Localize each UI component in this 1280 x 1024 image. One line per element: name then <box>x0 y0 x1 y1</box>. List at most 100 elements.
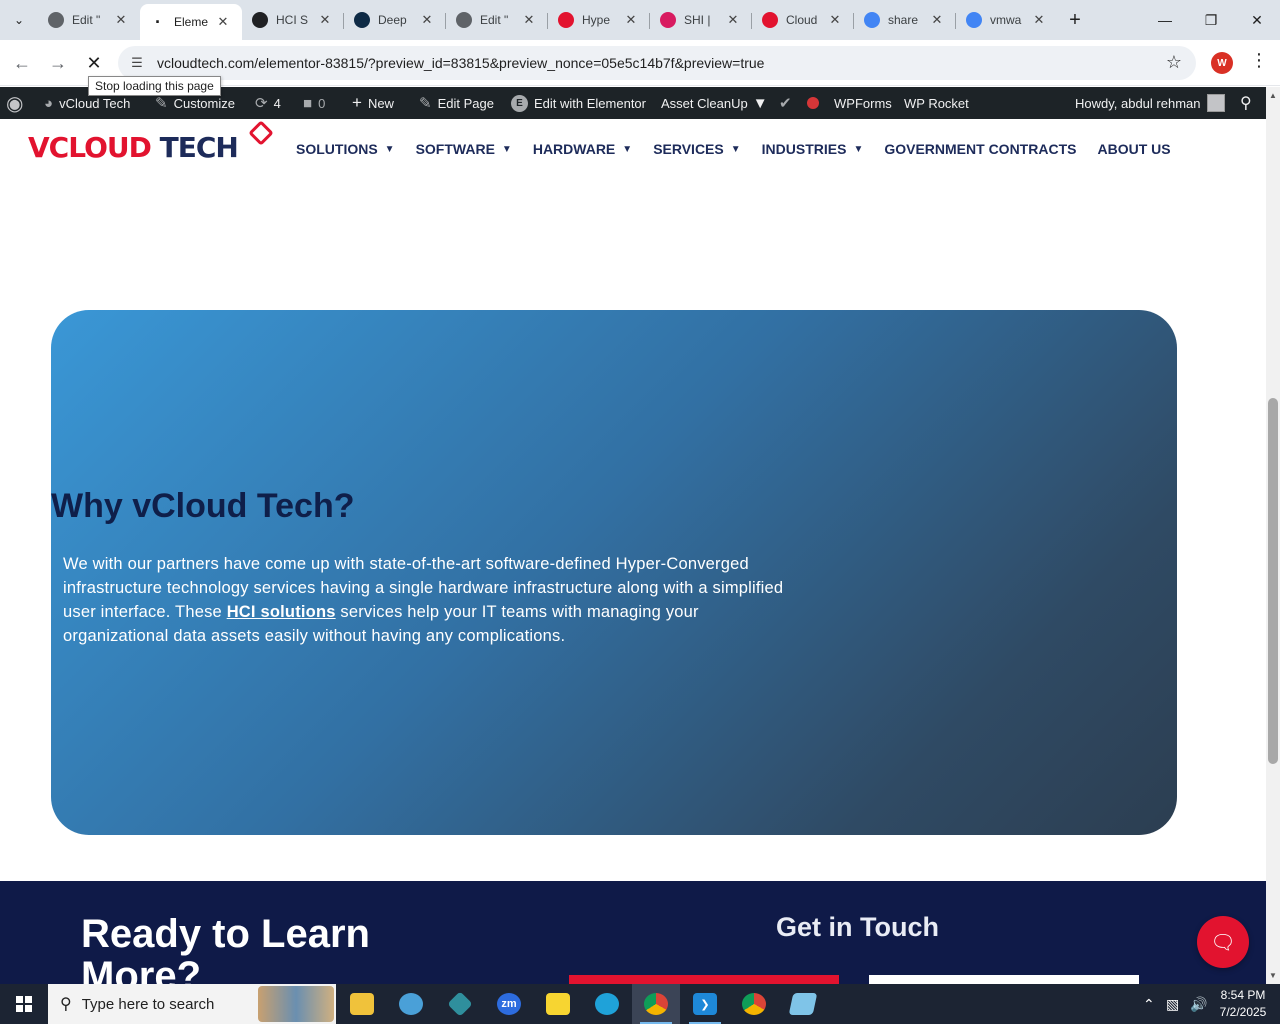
admin-search-button[interactable]: ⚲ <box>1240 87 1252 119</box>
wpforms-label: WPForms <box>834 95 892 111</box>
taskbar-vscode[interactable]: ❯ <box>681 984 729 1024</box>
taskbar-search[interactable]: ⚲ Type here to search <box>48 984 336 1024</box>
dashboard-icon: ◕ <box>44 94 54 112</box>
nav-label: ABOUT US <box>1097 141 1171 157</box>
edit-page-link[interactable]: ✎ Edit Page <box>419 87 494 119</box>
close-tab-icon[interactable]: ✕ <box>928 11 946 29</box>
back-button[interactable]: ← <box>8 49 36 77</box>
browser-menu-icon[interactable]: ⋮ <box>1250 50 1268 71</box>
elementor-icon: E <box>511 94 528 112</box>
new-content-link[interactable]: + New <box>352 87 394 119</box>
close-tab-icon[interactable]: ✕ <box>112 11 130 29</box>
tab-title: Cloud <box>786 13 818 27</box>
taskbar-zoom[interactable]: zm <box>485 984 533 1024</box>
recording-indicator[interactable] <box>807 87 819 119</box>
wordpress-logo-button[interactable]: ◉ <box>6 87 29 119</box>
taskbar-chrome[interactable] <box>730 984 778 1024</box>
forward-button[interactable]: → <box>44 49 72 77</box>
close-tab-icon[interactable]: ✕ <box>826 11 844 29</box>
wpforms-link[interactable]: WPForms <box>834 87 892 119</box>
bookmark-star-icon[interactable]: ☆ <box>1166 52 1182 73</box>
start-button[interactable] <box>0 984 48 1024</box>
nav-item-government-contracts[interactable]: GOVERNMENT CONTRACTS <box>884 141 1076 157</box>
taskbar-file-explorer[interactable] <box>338 984 386 1024</box>
close-tab-icon[interactable]: ✕ <box>214 13 232 31</box>
cta-white-button[interactable] <box>869 975 1139 984</box>
taskbar-paint[interactable] <box>387 984 435 1024</box>
browser-tab[interactable]: Deep ✕ <box>344 4 446 36</box>
site-logo[interactable]: VCLOUD TECH <box>28 131 239 164</box>
close-window-button[interactable]: ✕ <box>1234 0 1280 40</box>
windows-taskbar: ⚲ Type here to search zm ❯ ⌃ ▧ 🔊 8:54 PM 7… <box>0 984 1280 1024</box>
nav-item-hardware[interactable]: HARDWARE ▼ <box>533 141 632 157</box>
close-tab-icon[interactable]: ✕ <box>724 11 742 29</box>
wp-rocket-link[interactable]: WP Rocket <box>904 87 969 119</box>
arrow-right-icon: → <box>49 52 67 73</box>
tab-strip: ⌄ Edit " ✕ · Eleme ✕ HCI S ✕ Deep ✕ Edit " ✕ Hype ✕ S… <box>0 0 1280 40</box>
google-icon <box>966 12 982 28</box>
close-tab-icon[interactable]: ✕ <box>418 11 436 29</box>
taskbar-edge[interactable] <box>583 984 631 1024</box>
browser-tab[interactable]: · Eleme ✕ <box>140 4 242 40</box>
search-highlight-image <box>258 986 334 1022</box>
caret-down-icon: ▼ <box>622 143 633 155</box>
new-tab-button[interactable]: + <box>1064 9 1086 31</box>
profile-avatar[interactable]: W <box>1211 52 1233 74</box>
brush-icon: ✎ <box>155 95 168 112</box>
taskbar-sticky-notes[interactable] <box>534 984 582 1024</box>
tab-search-button[interactable]: ⌄ <box>6 7 32 33</box>
account-menu[interactable]: Howdy, abdul rehman <box>1075 87 1225 119</box>
nav-item-industries[interactable]: INDUSTRIES ▼ <box>762 141 864 157</box>
edit-page-label: Edit Page <box>437 95 494 111</box>
browser-tab[interactable]: SHI | ✕ <box>650 4 752 36</box>
url-text[interactable]: vcloudtech.com/elementor-83815/?preview_… <box>157 55 764 71</box>
nav-item-about-us[interactable]: ABOUT US <box>1097 141 1170 157</box>
edit-with-elementor-link[interactable]: E Edit with Elementor <box>511 87 646 119</box>
shi-icon <box>660 12 676 28</box>
browser-tab[interactable]: Edit " ✕ <box>38 4 140 36</box>
close-tab-icon[interactable]: ✕ <box>1030 11 1048 29</box>
minimize-button[interactable]: — <box>1142 0 1188 40</box>
nav-item-solutions[interactable]: SOLUTIONS ▼ <box>296 141 395 157</box>
site-info-icon[interactable]: ☰ <box>128 54 146 72</box>
scroll-up-arrow[interactable]: ▲ <box>1266 88 1280 102</box>
browser-tab[interactable]: Cloud ✕ <box>752 4 854 36</box>
stop-loading-button[interactable]: ✕ <box>80 49 108 77</box>
restore-button[interactable]: ❐ <box>1188 0 1234 40</box>
paint-icon <box>399 993 423 1015</box>
taskbar-chrome-active[interactable] <box>632 984 680 1024</box>
volume-control[interactable]: 🔊 <box>1190 984 1207 1024</box>
network-status[interactable]: ▧ <box>1166 984 1179 1024</box>
taskbar-clock[interactable]: 8:54 PM 7/2/2025 <box>1212 987 1274 1021</box>
scroll-down-arrow[interactable]: ▼ <box>1266 968 1280 982</box>
scrollbar-thumb[interactable] <box>1268 398 1278 764</box>
taskbar-app-notepad[interactable] <box>779 984 827 1024</box>
chat-bubbles-icon: 🗨 <box>1210 931 1236 954</box>
browser-tab[interactable]: Hype ✕ <box>548 4 650 36</box>
updates-link[interactable]: ⟳ 4 <box>255 87 281 119</box>
site-name-label: vCloud Tech <box>59 95 131 111</box>
nav-label: HARDWARE <box>532 141 616 157</box>
address-bar[interactable]: ☰ vcloudtech.com/elementor-83815/?previe… <box>118 46 1196 80</box>
caret-down-icon: ▼ <box>730 143 741 155</box>
vscode-icon: ❯ <box>693 993 717 1015</box>
tab-title: HCI S <box>276 13 309 27</box>
browser-tab[interactable]: share ✕ <box>854 4 956 36</box>
windows-logo-icon <box>16 996 32 1012</box>
browser-tab[interactable]: Edit " ✕ <box>446 4 548 36</box>
close-tab-icon[interactable]: ✕ <box>316 11 334 29</box>
taskbar-app-gem[interactable] <box>436 984 484 1024</box>
browser-tab[interactable]: HCI S ✕ <box>242 4 344 36</box>
comments-link[interactable]: ■ 0 <box>303 87 325 119</box>
cta-red-button[interactable] <box>569 975 839 984</box>
nav-item-software[interactable]: SOFTWARE ▼ <box>416 141 512 157</box>
asset-cleanup-link[interactable]: Asset CleanUp ▼ <box>661 87 768 119</box>
nav-item-services[interactable]: SERVICES ▼ <box>653 141 740 157</box>
show-hidden-icons[interactable]: ⌃ <box>1143 984 1155 1024</box>
yoast-link[interactable]: ✔ <box>779 87 792 119</box>
hci-solutions-link[interactable]: HCI solutions <box>227 603 336 621</box>
close-tab-icon[interactable]: ✕ <box>622 11 640 29</box>
close-tab-icon[interactable]: ✕ <box>520 11 538 29</box>
browser-tab[interactable]: vmwa ✕ <box>956 4 1058 36</box>
chat-widget-button[interactable]: 🗨 <box>1197 916 1249 968</box>
